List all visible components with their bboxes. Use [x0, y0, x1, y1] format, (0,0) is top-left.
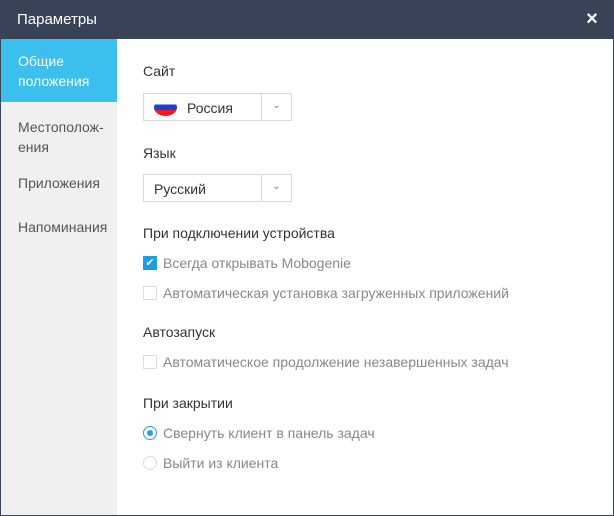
language-value: Русский [154, 181, 206, 197]
option-label: Всегда открывать Mobogenie [163, 255, 351, 271]
chevron-down-icon[interactable]: ⌄ [261, 94, 291, 120]
sidebar-item-apps[interactable]: Приложения [1, 173, 117, 193]
on-close-label: При закрытии [143, 395, 233, 411]
window-title: Параметры [17, 11, 97, 28]
sidebar-item-label: Приложения [18, 175, 100, 191]
checkmark-icon[interactable]: ✔ [143, 256, 157, 270]
always-open-checkbox[interactable]: ✔ Всегда открывать Mobogenie [143, 255, 351, 271]
auto-install-checkbox[interactable]: Автоматическая установка загруженных при… [143, 285, 509, 301]
radio-icon[interactable] [143, 426, 157, 440]
sidebar-item-label: Общие положения [18, 53, 90, 89]
option-label: Автоматическое продолжение незавершенных… [163, 354, 509, 370]
minimize-radio[interactable]: Свернуть клиент в панель задач [143, 425, 375, 441]
title-bar: Параметры × [1, 1, 613, 39]
site-select[interactable]: Россия ⌄ [143, 93, 292, 121]
settings-window: Параметры × Общие положения Местополож-е… [0, 0, 614, 516]
content: Сайт Россия ⌄ Язык Русский ⌄ При подключ… [117, 39, 613, 515]
option-label: Свернуть клиент в панель задач [163, 425, 375, 441]
option-label: Автоматическая установка загруженных при… [163, 285, 509, 301]
exit-radio[interactable]: Выйти из клиента [143, 455, 278, 471]
sidebar-item-reminders[interactable]: Напоминания [1, 217, 117, 237]
autostart-label: Автозапуск [143, 324, 216, 340]
sidebar: Общие положения Местополож-ения Приложен… [1, 39, 117, 515]
sidebar-item-label: Напоминания [18, 219, 108, 235]
resume-tasks-checkbox[interactable]: Автоматическое продолжение незавершенных… [143, 354, 509, 370]
site-value: Россия [187, 100, 233, 116]
device-label: При подключении устройства [143, 225, 335, 241]
sidebar-item-locations[interactable]: Местополож-ения [1, 117, 104, 157]
checkbox-icon[interactable] [143, 286, 157, 300]
sidebar-item-label: Местополож-ения [18, 119, 104, 155]
site-label: Сайт [143, 63, 176, 79]
radio-icon[interactable] [143, 456, 157, 470]
option-label: Выйти из клиента [163, 455, 279, 471]
close-icon[interactable]: × [583, 9, 601, 29]
language-label: Язык [143, 145, 176, 161]
language-select[interactable]: Русский ⌄ [143, 174, 292, 202]
chevron-down-icon[interactable]: ⌄ [261, 175, 291, 201]
checkbox-icon[interactable] [143, 355, 157, 369]
sidebar-item-general[interactable]: Общие положения [1, 39, 117, 102]
russia-flag-icon [154, 99, 177, 116]
